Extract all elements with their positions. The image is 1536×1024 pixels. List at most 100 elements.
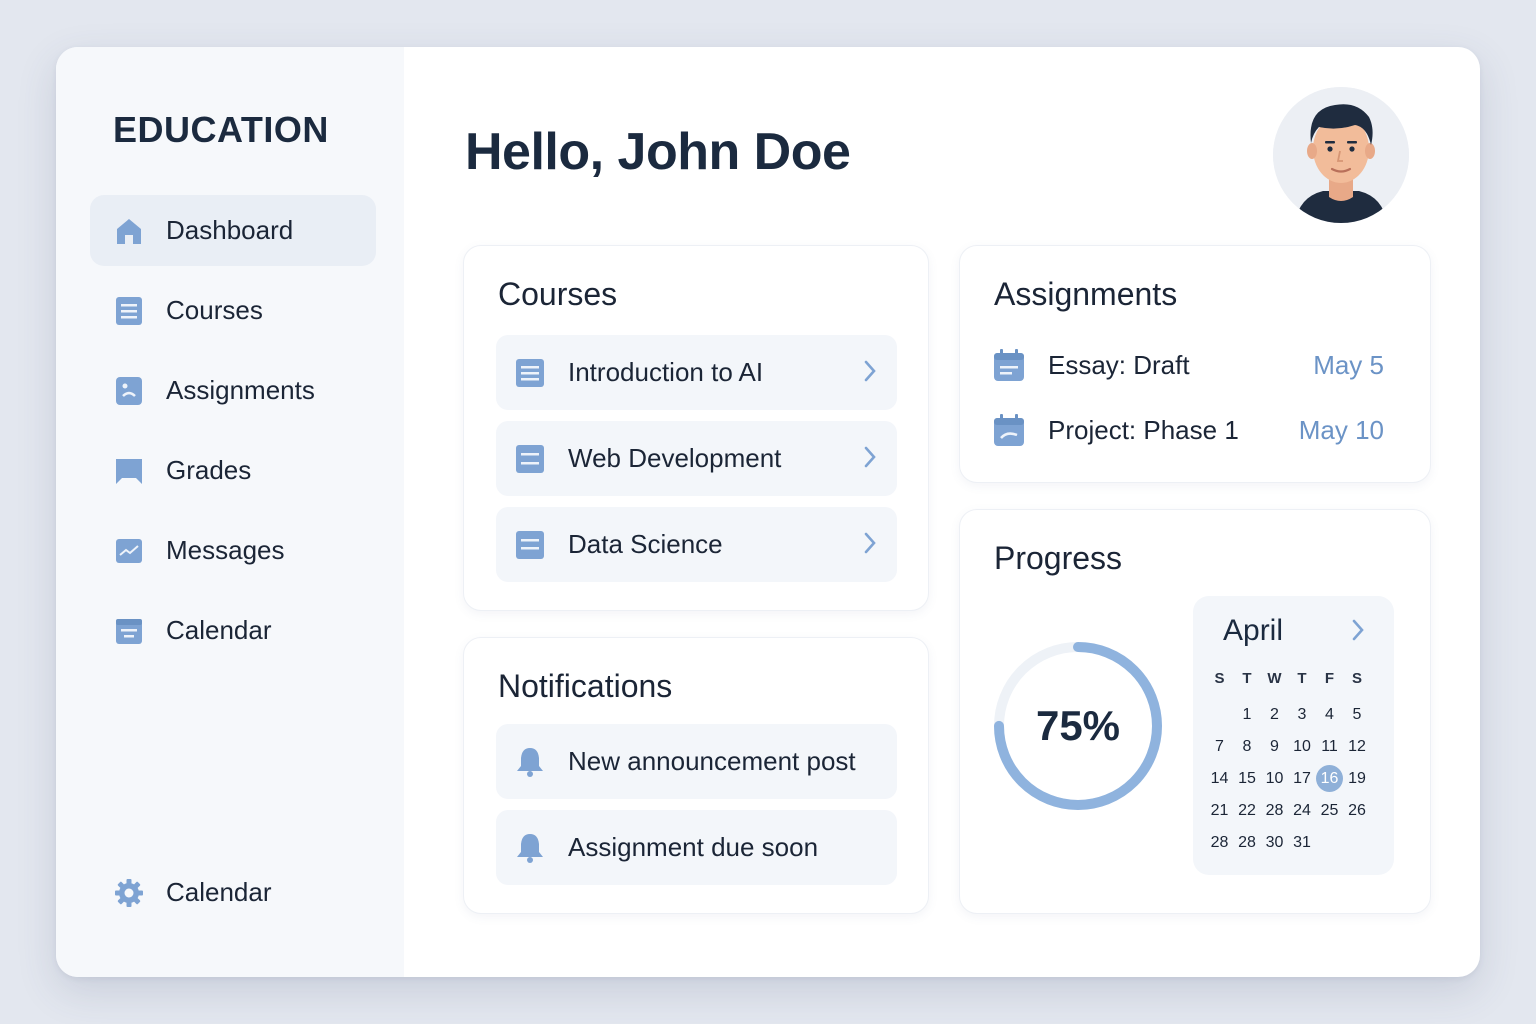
calendar-weekday: W	[1267, 670, 1282, 687]
notification-item[interactable]: Assignment due soon	[496, 810, 897, 885]
calendar-empty-cell	[1316, 830, 1343, 855]
progress-card: Progress 75% April S T W T F S 1 2 3 4 5 7 8 9 10 11 12 1…	[959, 509, 1431, 914]
bell-icon	[514, 746, 546, 778]
calendar-weekday: F	[1324, 670, 1335, 687]
chart-icon	[114, 536, 144, 566]
notification-label: New announcement post	[568, 746, 856, 776]
mini-calendar: April S T W T F S 1 2 3 4 5 7 8 9 10 11 12 14 15 10 17 16 19 21…	[1193, 596, 1394, 875]
calendar-month: April	[1223, 614, 1284, 647]
notification-item[interactable]: New announcement post	[496, 724, 897, 799]
calendar-icon	[992, 348, 1026, 382]
calendar-day-selected[interactable]: 16	[1316, 765, 1343, 792]
sidebar-item-label: Assignments	[166, 375, 315, 405]
sidebar-item-label: Grades	[166, 455, 252, 485]
calendar-day[interactable]: 19	[1344, 766, 1371, 791]
document-icon	[114, 296, 144, 326]
avatar[interactable]	[1273, 87, 1409, 223]
calendar-empty-cell	[1344, 830, 1371, 855]
calendar-icon	[992, 413, 1026, 447]
progress-percent: 75%	[1035, 702, 1121, 749]
calendar-day[interactable]: 1	[1234, 702, 1261, 727]
document-icon	[514, 529, 546, 561]
calendar-day-label: 16	[1316, 765, 1343, 792]
calendar-day[interactable]: 15	[1234, 766, 1261, 791]
document-icon	[514, 357, 546, 389]
course-item-intro-ai[interactable]: Introduction to AI	[496, 335, 897, 410]
clipboard-icon	[114, 376, 144, 406]
main-content: Hello, John Doe Courses Introduction to …	[404, 47, 1480, 977]
calendar-weekday: T	[1242, 670, 1252, 687]
calendar-day[interactable]: 21	[1206, 798, 1233, 823]
sidebar-item-label: Courses	[166, 295, 263, 325]
calendar-day[interactable]: 28	[1234, 830, 1261, 855]
courses-title: Courses	[498, 276, 618, 312]
calendar-day[interactable]: 12	[1344, 734, 1371, 759]
calendar-day[interactable]: 28	[1206, 830, 1233, 855]
assignment-due-date: May 5	[1313, 349, 1384, 380]
assignment-item[interactable]: Project: Phase 1 May 10	[992, 410, 1384, 450]
assignment-item[interactable]: Essay: Draft May 5	[992, 345, 1384, 385]
calendar-day[interactable]: 24	[1289, 798, 1316, 823]
calendar-day[interactable]: 26	[1344, 798, 1371, 823]
progress-title: Progress	[994, 540, 1123, 576]
assignment-due-date: May 10	[1298, 414, 1384, 445]
calendar-day[interactable]: 4	[1316, 702, 1343, 727]
course-item-data-science[interactable]: Data Science	[496, 507, 897, 582]
calendar-weekday: S	[1214, 670, 1225, 687]
calendar-day[interactable]: 28	[1261, 798, 1288, 823]
sidebar-item-dashboard[interactable]: Dashboard	[90, 195, 376, 266]
calendar-day[interactable]: 17	[1289, 766, 1316, 791]
calendar-day[interactable]: 31	[1289, 830, 1316, 855]
sidebar: EDUCATION Dashboard Courses Assignments	[56, 47, 404, 977]
bell-icon	[514, 832, 546, 864]
notifications-title: Notifications	[498, 668, 673, 704]
calendar-day[interactable]: 8	[1234, 734, 1261, 759]
calendar-day[interactable]: 3	[1289, 702, 1316, 727]
calendar-day[interactable]: 30	[1261, 830, 1288, 855]
assignments-title: Assignments	[994, 276, 1178, 312]
courses-card: Courses Introduction to AI Web Developme…	[463, 245, 929, 611]
sidebar-item-settings[interactable]: Calendar	[90, 857, 376, 928]
calendar-day[interactable]: 7	[1206, 734, 1233, 759]
sidebar-item-calendar[interactable]: Calendar	[90, 595, 376, 666]
sidebar-item-label: Messages	[166, 535, 285, 565]
sidebar-item-label: Dashboard	[166, 215, 294, 245]
sidebar-nav: Dashboard Courses Assignments Grades Mes…	[90, 195, 376, 675]
calendar-weekday: T	[1297, 670, 1307, 687]
chevron-right-icon[interactable]	[1351, 618, 1365, 647]
sidebar-item-messages[interactable]: Messages	[90, 515, 376, 586]
bookmark-icon	[114, 456, 144, 486]
assignments-card: Assignments Essay: Draft May 5 Project: …	[959, 245, 1431, 483]
calendar-day[interactable]: 9	[1261, 734, 1288, 759]
course-item-web-dev[interactable]: Web Development	[496, 421, 897, 496]
calendar-day[interactable]: 25	[1316, 798, 1343, 823]
gear-icon	[114, 878, 144, 908]
user-avatar-icon	[1273, 87, 1409, 223]
document-icon	[514, 443, 546, 475]
calendar-day[interactable]: 14	[1206, 766, 1233, 791]
chevron-right-icon	[863, 531, 877, 562]
course-label: Data Science	[568, 529, 723, 559]
calendar-weekday: S	[1351, 670, 1362, 687]
calendar-icon	[114, 616, 144, 646]
calendar-grid: S T W T F S 1 2 3 4 5 7 8 9 10 11 12 14 15 10 17 16 19 21 22 28 24…	[1206, 666, 1382, 855]
notification-label: Assignment due soon	[568, 832, 819, 862]
sidebar-footer: Calendar	[90, 857, 376, 937]
app-window: EDUCATION Dashboard Courses Assignments	[56, 47, 1480, 977]
calendar-day[interactable]: 11	[1316, 734, 1343, 759]
notifications-card: Notifications New announcement post Assi…	[463, 637, 929, 914]
sidebar-item-label: Calendar	[166, 877, 272, 907]
sidebar-item-assignments[interactable]: Assignments	[90, 355, 376, 426]
calendar-day[interactable]: 10	[1261, 766, 1288, 791]
calendar-day[interactable]: 5	[1344, 702, 1371, 727]
calendar-day[interactable]: 10	[1289, 734, 1316, 759]
assignment-label: Project: Phase 1	[1048, 414, 1239, 445]
course-label: Web Development	[568, 443, 782, 473]
home-icon	[114, 216, 144, 246]
page-title: Hello, John Doe	[465, 123, 851, 181]
chevron-right-icon	[863, 359, 877, 390]
sidebar-item-grades[interactable]: Grades	[90, 435, 376, 506]
sidebar-item-courses[interactable]: Courses	[90, 275, 376, 346]
calendar-day[interactable]: 22	[1234, 798, 1261, 823]
calendar-day[interactable]: 2	[1261, 702, 1288, 727]
